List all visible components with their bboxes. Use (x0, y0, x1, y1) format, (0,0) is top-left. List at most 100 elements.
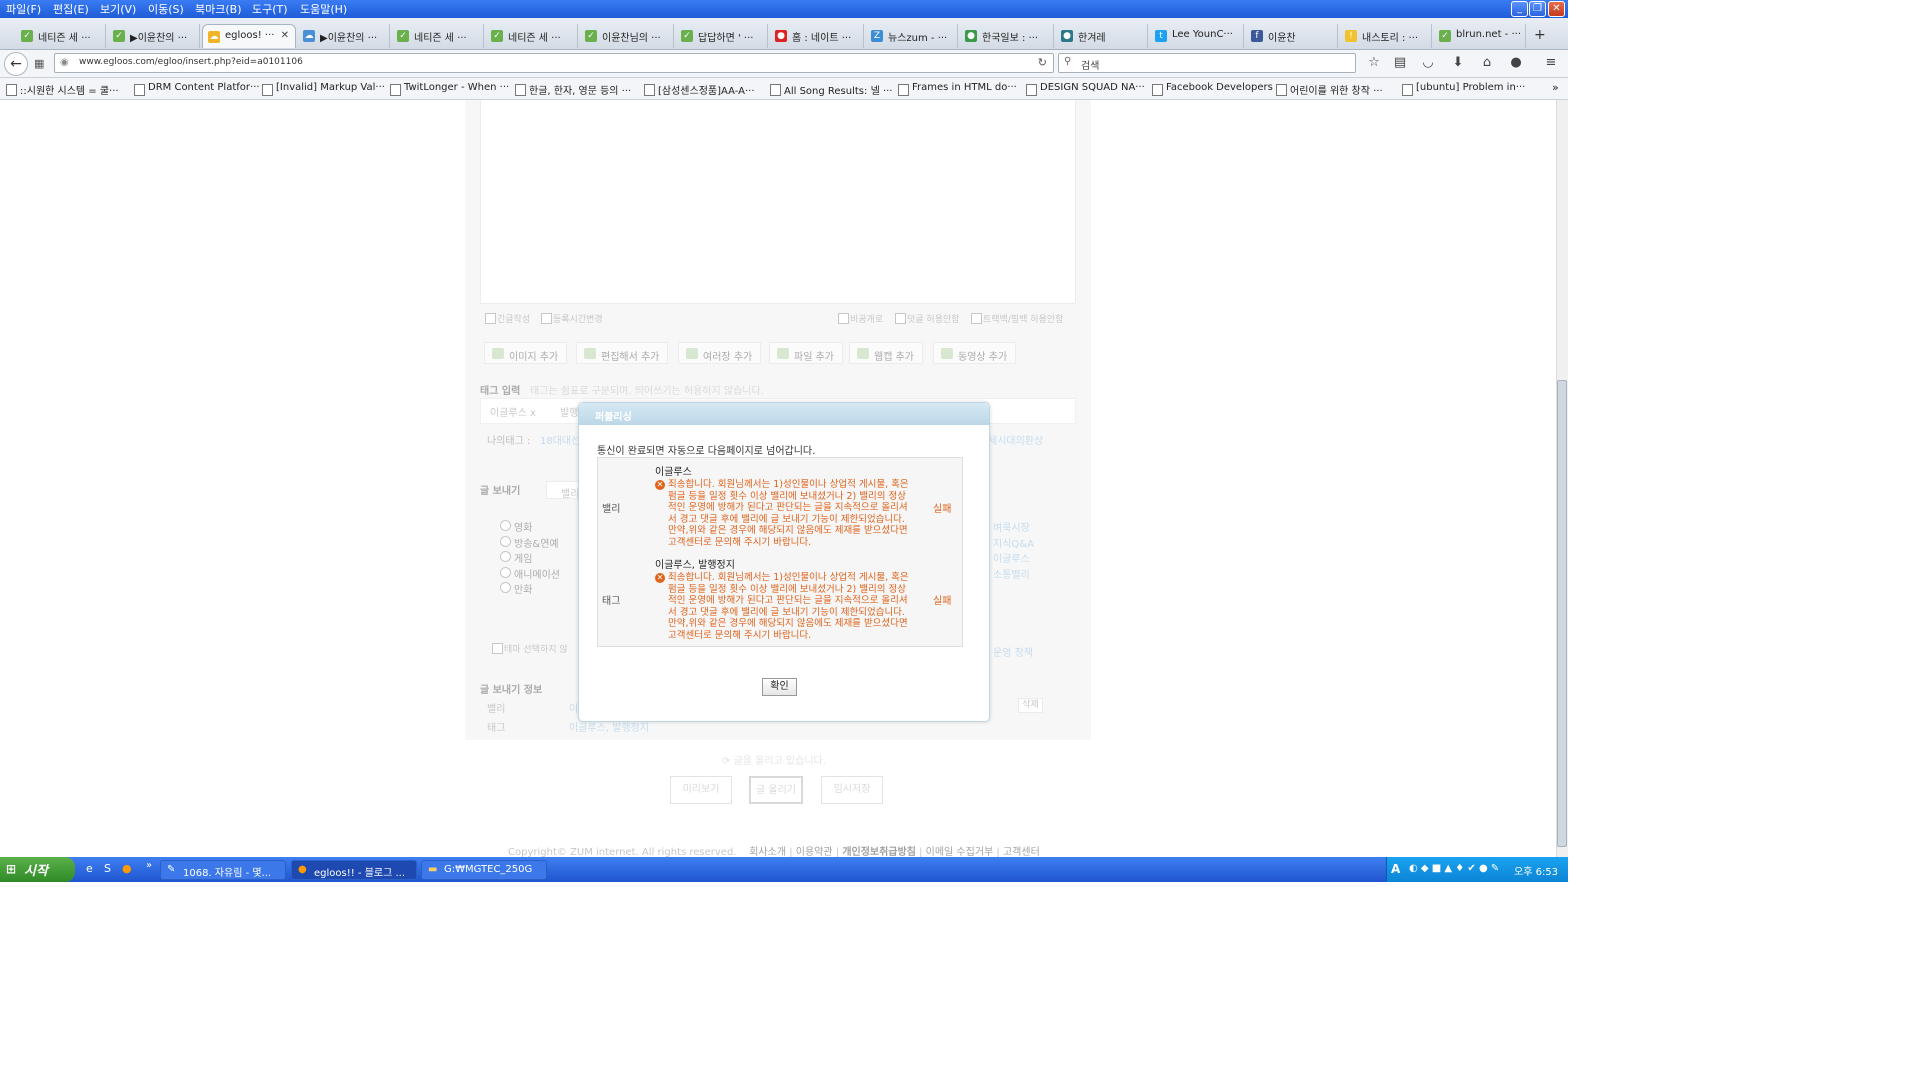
skype-icon[interactable]: S (104, 862, 111, 875)
hamburger-menu-icon[interactable]: ≡ (1543, 55, 1559, 71)
windows-logo-icon: ⊞ (6, 862, 17, 876)
download-icon[interactable]: ⬇ (1450, 55, 1466, 71)
result-row-label: 태그 (602, 596, 621, 607)
ie-icon[interactable]: e (86, 862, 93, 875)
browser-tab[interactable]: ✓ ▶이윤찬의 ··· (108, 24, 200, 48)
tab-label: 뉴스zum - ··· (888, 33, 948, 44)
bookmark-item[interactable]: DESIGN SQUAD NA··· (1026, 82, 1145, 96)
history-icon[interactable]: ▦ (34, 57, 44, 70)
bookmark-item[interactable]: [ubuntu] Problem in··· (1402, 82, 1525, 96)
ime-icon[interactable]: A (1391, 862, 1400, 876)
menu-edit[interactable]: 편집(E) (53, 1, 89, 17)
hani-icon: ● (1061, 30, 1073, 42)
tray-icons[interactable]: ◐ ◆ ■ ▲ ♦ ✔ ● ✎ (1409, 863, 1499, 874)
bookmark-item[interactable]: [Invalid] Markup Val··· (262, 82, 385, 96)
tab-label: 홈 : 네이트 ··· (792, 33, 852, 44)
more-bookmarks-icon[interactable]: » (1552, 81, 1559, 94)
browser-tab[interactable]: ✓ 네티즌 세 ··· (486, 24, 578, 48)
bookmark-item[interactable]: Facebook Developers (1152, 82, 1273, 96)
tab-label: 이윤찬님의 ··· (602, 33, 661, 44)
browser-tab[interactable]: ● 한겨레 (1056, 24, 1148, 48)
error-message: ✕ 죄송합니다. 회원님께서는 1)성인물이나 상업적 게시물, 혹은 펌글 등을… (655, 479, 913, 549)
result-row-label: 밸리 (602, 504, 621, 515)
menu-view[interactable]: 보기(V) (100, 1, 136, 17)
task-label: egloos!! - 블로그 ... (314, 868, 406, 879)
clock: 오후 6:53 (1514, 867, 1559, 878)
bookmark-item[interactable]: [삼성센스정품]AA-A··· (644, 82, 755, 97)
error-x-icon: ✕ (655, 573, 665, 583)
result-row-heading: 이글루스, 발행정지 (655, 560, 735, 571)
error-x-icon: ✕ (655, 480, 665, 490)
start-button[interactable]: ⊞ 시작 (0, 857, 75, 882)
chat-icon[interactable]: ● (1508, 55, 1524, 71)
scrollbar-thumb[interactable] (1557, 380, 1567, 847)
tab-label: 한겨레 (1078, 33, 1106, 44)
close-tab-icon[interactable]: ✕ (281, 30, 289, 41)
tab-label: ▶이윤찬의 ··· (130, 33, 188, 44)
menu-file[interactable]: 파일(F) (6, 1, 41, 17)
url-text: www.egloos.com/egloo/insert.php?eid=a010… (79, 57, 303, 67)
egloos-icon: ☁ (303, 30, 315, 42)
search-placeholder: 검색 (1081, 61, 1100, 72)
search-input[interactable]: ⚲ 검색 (1058, 53, 1356, 73)
browser-tab[interactable]: ✓ 네티즌 세 ··· (16, 24, 106, 48)
ok-button[interactable]: 확인 (762, 678, 797, 696)
new-tab-icon[interactable]: + (1534, 27, 1546, 43)
bookmark-item[interactable]: 어린이를 위한 창작 ··· (1276, 82, 1383, 97)
browser-tab[interactable]: ☁ ▶이윤찬의 ··· (298, 24, 390, 48)
bookmark-item[interactable]: TwitLonger - When ··· (390, 82, 509, 96)
browser-tab[interactable]: ✓ 답답하면 ' ··· (676, 24, 768, 48)
bookmark-item[interactable]: All Song Results: 넬 ··· (770, 82, 892, 97)
firefox-icon: ● (298, 864, 307, 875)
bookmark-item[interactable]: DRM Content Platfor··· (134, 82, 260, 96)
taskbar-window[interactable]: ▬ G:₩MGTEC_250G (421, 860, 547, 880)
back-arrow-icon[interactable]: ← (4, 52, 28, 76)
tab-label: 내스토리 : ··· (1362, 33, 1419, 44)
tab-label: 한국일보 : ··· (982, 33, 1039, 44)
browser-tab[interactable]: ✓ blrun.net - ··· (1434, 24, 1526, 48)
tab-label: blrun.net - ··· (1456, 29, 1522, 40)
more-quicklaunch-icon[interactable]: » (146, 860, 152, 871)
browser-tab[interactable]: t Lee YounC··· (1150, 24, 1244, 48)
status-fail: 실패 (933, 596, 952, 607)
menu-help[interactable]: 도움말(H) (300, 1, 347, 17)
pocket-icon[interactable]: ◡ (1420, 55, 1436, 71)
leaf-icon: ✓ (1439, 30, 1451, 42)
tab-label: egloos! ··· (225, 30, 275, 41)
dialog-title: 퍼블리싱 (579, 403, 989, 425)
error-message: ✕ 죄송합니다. 회원님께서는 1)성인물이나 상업적 게시물, 혹은 펌글 등을… (655, 572, 913, 642)
home-icon[interactable]: ⌂ (1479, 55, 1495, 71)
leaf-icon: ✓ (21, 30, 33, 42)
minimize-icon[interactable]: _ (1511, 1, 1528, 17)
restore-icon[interactable]: ❐ (1529, 1, 1546, 17)
browser-tab[interactable]: ✓ 이윤찬님의 ··· (580, 24, 674, 48)
facebook-icon: f (1251, 30, 1263, 42)
firefox-icon[interactable]: ● (122, 862, 132, 875)
leaf-icon: ✓ (585, 30, 597, 42)
reading-list-icon[interactable]: ▤ (1392, 55, 1408, 71)
menu-bookmarks[interactable]: 북마크(B) (195, 1, 242, 17)
bookmark-item[interactable]: 한글, 한자, 영문 등의 ··· (515, 82, 631, 97)
taskbar-window[interactable]: ✎ 1068. 자유림 - 몇... (160, 860, 286, 880)
browser-tab[interactable]: ! 내스토리 : ··· (1340, 24, 1432, 48)
menu-go[interactable]: 이동(S) (148, 1, 184, 17)
star-icon[interactable]: ☆ (1366, 55, 1382, 71)
browser-tab[interactable]: f 이윤찬 (1246, 24, 1338, 48)
leaf-icon: ✓ (113, 30, 125, 42)
reload-icon[interactable]: ↻ (1038, 56, 1047, 69)
browser-tab[interactable]: ● 한국일보 : ··· (960, 24, 1054, 48)
taskbar-window-active[interactable]: ● egloos!! - 블로그 ... (291, 860, 417, 880)
bookmark-item[interactable]: ::시원한 시스템 = 쿨··· (6, 82, 119, 97)
close-window-icon[interactable]: ✕ (1548, 1, 1565, 17)
egloos-icon: ☁ (208, 31, 220, 43)
folder-icon: ▬ (428, 864, 438, 875)
bookmark-item[interactable]: Frames in HTML do··· (898, 82, 1017, 96)
url-bar[interactable]: ◉ www.egloos.com/egloo/insert.php?eid=a0… (54, 53, 1054, 73)
tab-label: ▶이윤찬의 ··· (320, 33, 378, 44)
menu-tools[interactable]: 도구(T) (252, 1, 288, 17)
browser-tab[interactable]: ✓ 네티즌 세 ··· (392, 24, 484, 48)
browser-tab-active[interactable]: ☁ egloos! ··· ✕ (202, 24, 296, 48)
story-icon: ! (1345, 30, 1357, 42)
browser-tab[interactable]: ● 홈 : 네이트 ··· (770, 24, 864, 48)
browser-tab[interactable]: Z 뉴스zum - ··· (866, 24, 958, 48)
